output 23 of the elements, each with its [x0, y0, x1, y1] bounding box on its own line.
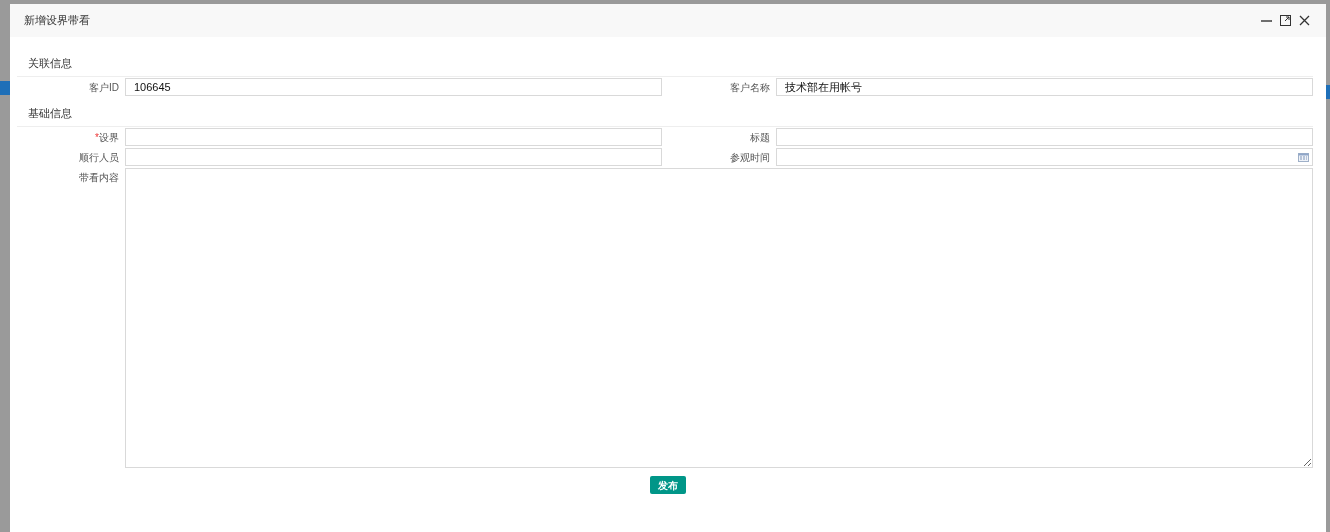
field-label: 客户ID: [89, 81, 119, 95]
publish-button[interactable]: 发布: [650, 476, 686, 494]
section-heading: 关联信息: [28, 55, 72, 71]
highlighted-row: [1326, 85, 1330, 99]
input-field[interactable]: 106645: [125, 78, 662, 96]
field-label: 带看内容: [79, 171, 119, 185]
section-heading: 基础信息: [28, 105, 72, 121]
input-field[interactable]: [125, 148, 662, 166]
date-field[interactable]: [776, 148, 1313, 166]
field-label: 参观时间: [730, 151, 770, 165]
content-textarea[interactable]: [125, 168, 1313, 468]
field-label: 顺行人员: [79, 151, 119, 165]
input-field[interactable]: 技术部在用帐号: [776, 78, 1313, 96]
field-label: 客户名称: [730, 81, 770, 95]
input-field[interactable]: [776, 128, 1313, 146]
highlighted-row: [0, 81, 10, 95]
input-field[interactable]: [125, 128, 662, 146]
field-label: 标题: [750, 131, 770, 145]
field-label: *设界: [95, 131, 119, 145]
maximize-icon[interactable]: [1280, 15, 1291, 26]
close-icon[interactable]: [1299, 15, 1310, 26]
calendar-icon[interactable]: [1298, 152, 1309, 162]
dialog-title: 新增设界带看: [24, 13, 91, 29]
